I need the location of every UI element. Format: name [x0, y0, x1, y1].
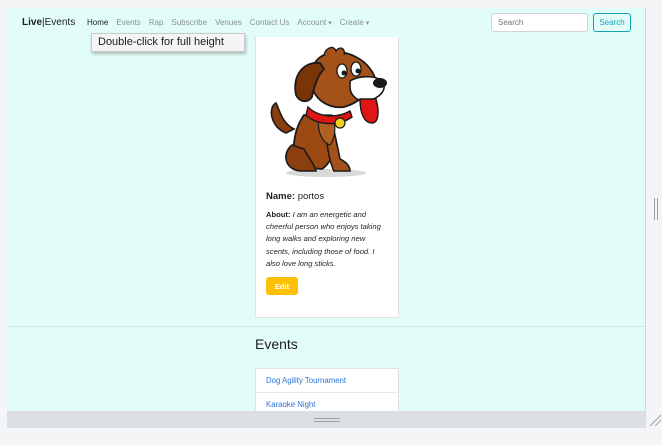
name-label: Name: — [266, 191, 296, 202]
about-label: About: — [266, 210, 291, 219]
nav-subscribe[interactable]: Subscribe — [172, 18, 208, 27]
section-divider — [7, 326, 645, 327]
corner-resize-icon[interactable] — [648, 413, 662, 427]
brand-bold: Live — [22, 17, 43, 28]
profile-image — [264, 41, 392, 179]
brand-logo[interactable]: Live|Events — [22, 17, 75, 28]
name-value: portos — [297, 191, 325, 202]
profile-name: Name: portos — [266, 191, 324, 202]
events-list: Dog Agility Tournament Karaoke Night — [255, 368, 399, 411]
edit-button[interactable]: Edit — [266, 277, 298, 295]
nav-events[interactable]: Events — [116, 18, 140, 27]
profile-card: Name: portos About: I am an energetic an… — [255, 37, 399, 318]
resize-bar[interactable] — [7, 411, 646, 428]
nav-rap[interactable]: Rap — [149, 18, 164, 27]
profile-about: About: I am an energetic and cheerful pe… — [266, 209, 390, 270]
nav-create-dropdown[interactable]: Create — [340, 18, 369, 27]
events-heading: Events — [255, 336, 298, 352]
nav-links: Home Events Rap Subscribe Venues Contact… — [87, 18, 377, 27]
nav-venues[interactable]: Venues — [215, 18, 242, 27]
page-viewport: Live|Events Home Events Rap Subscribe Ve… — [7, 8, 646, 411]
side-resize-grip-icon[interactable] — [654, 198, 658, 220]
dog-cartoon-icon — [270, 46, 387, 177]
nav-account-dropdown[interactable]: Account — [297, 18, 331, 27]
search-input[interactable] — [491, 13, 588, 32]
nav-home[interactable]: Home — [87, 18, 108, 27]
search-button[interactable]: Search — [593, 13, 631, 32]
resize-grip-icon[interactable] — [314, 418, 340, 422]
event-link-dog-agility-tournament[interactable]: Dog Agility Tournament — [256, 369, 398, 393]
tooltip: Double-click for full height — [91, 33, 245, 52]
brand-rest: Events — [44, 17, 76, 28]
event-link-karaoke-night[interactable]: Karaoke Night — [256, 393, 398, 411]
nav-contact-us[interactable]: Contact Us — [250, 18, 290, 27]
